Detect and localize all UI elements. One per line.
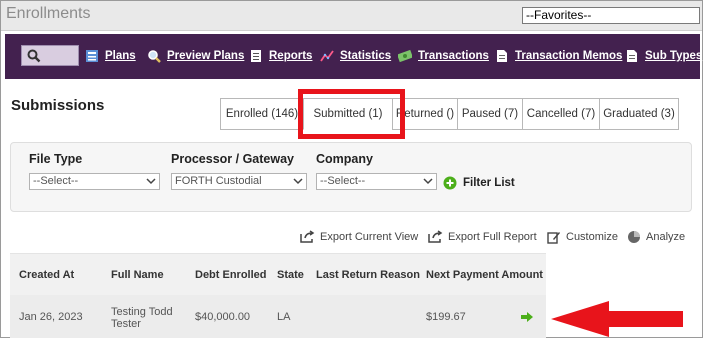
analyze-label: Analyze (646, 231, 686, 243)
tab-graduated[interactable]: Graduated (3) (599, 98, 679, 130)
line-chart-icon (320, 50, 334, 62)
file-type-select[interactable]: --Select-- (29, 173, 160, 190)
processor-label: Processor / Gateway (171, 152, 294, 166)
nav-transactions-label: Transactions (418, 50, 489, 62)
nav-sub-types-link[interactable]: Sub Types (625, 49, 702, 63)
table-header: Created At Full Name Debt Enrolled State… (10, 253, 546, 295)
column-header-last-return-reason[interactable]: Last Return Reason (316, 269, 420, 281)
cell-full-name-line1: Testing Todd (111, 306, 173, 318)
tab-enrolled[interactable]: Enrolled (146) (220, 98, 304, 130)
company-label: Company (316, 152, 373, 166)
chevron-down-icon (423, 178, 433, 185)
column-header-full-name[interactable]: Full Name (111, 269, 164, 281)
nav-transaction-memos-label: Transaction Memos (515, 50, 623, 62)
document-icon (627, 50, 637, 62)
company-select[interactable]: --Select-- (316, 173, 437, 190)
search-icon (27, 49, 41, 63)
export-icon (428, 230, 443, 243)
cell-debt-enrolled: $40,000.00 (195, 311, 251, 323)
favorites-select[interactable]: --Favorites-- (522, 7, 700, 24)
column-header-state[interactable]: State (277, 269, 304, 281)
pie-chart-icon (628, 231, 640, 243)
plus-circle-icon (443, 176, 457, 190)
nav-preview-plans-link[interactable]: Preview Plans (147, 49, 244, 63)
cell-created-at: Jan 26, 2023 (19, 311, 83, 323)
filter-list-label: Filter List (463, 177, 515, 189)
export-icon (300, 230, 315, 243)
column-header-created-at[interactable]: Created At (19, 269, 74, 281)
cell-state: LA (277, 311, 291, 323)
chevron-down-icon (293, 178, 303, 185)
magnifier-icon (148, 50, 161, 63)
tab-cancelled[interactable]: Cancelled (7) (522, 98, 600, 130)
nav-search-input[interactable] (21, 45, 79, 66)
customize-label: Customize (566, 231, 618, 243)
page-title: Enrollments (6, 5, 91, 22)
edit-icon (547, 232, 560, 244)
export-current-view-link[interactable]: Export Current View (300, 230, 418, 243)
column-header-debt-enrolled[interactable]: Debt Enrolled (195, 269, 267, 281)
company-value: --Select-- (320, 175, 366, 187)
nav-plans-label: Plans (105, 50, 136, 62)
report-icon (251, 50, 261, 62)
document-icon (497, 50, 507, 62)
analyze-link[interactable]: Analyze (627, 230, 685, 244)
nav-reports-link[interactable]: Reports (249, 49, 312, 63)
book-icon (86, 50, 98, 62)
section-title: Submissions (11, 97, 105, 114)
red-arrow-annotation (551, 301, 683, 337)
highlight-annotation-box (298, 89, 405, 139)
nav-plans-link[interactable]: Plans (85, 49, 136, 63)
export-full-report-link[interactable]: Export Full Report (428, 230, 537, 243)
cell-next-payment: $199.67 (426, 311, 466, 323)
column-header-next-payment-amount[interactable]: Next Payment Amount (426, 269, 543, 281)
go-arrow-icon[interactable] (521, 312, 533, 322)
title-bar: Enrollments --Favorites-- (1, 1, 702, 31)
filter-panel: File Type --Select-- Processor / Gateway… (10, 142, 692, 212)
nav-statistics-label: Statistics (340, 50, 392, 62)
file-type-value: --Select-- (33, 175, 79, 187)
nav-preview-plans-label: Preview Plans (167, 50, 245, 62)
export-current-label: Export Current View (320, 230, 419, 243)
nav-transactions-link[interactable]: Transactions (398, 49, 489, 63)
nav-sub-types-label: Sub Types (645, 50, 703, 62)
nav-transaction-memos-link[interactable]: Transaction Memos (495, 49, 622, 63)
status-tabs: Enrolled (146) Submitted (1) Returned ()… (220, 98, 679, 130)
nav-statistics-link[interactable]: Statistics (320, 49, 391, 63)
processor-select[interactable]: FORTH Custodial (171, 173, 307, 190)
cell-full-name-line2: Tester (111, 318, 141, 330)
tab-paused[interactable]: Paused (7) (457, 98, 523, 130)
export-full-label: Export Full Report (448, 230, 537, 243)
nav-reports-label: Reports (269, 50, 313, 62)
table-row[interactable]: Jan 26, 2023 Testing Todd Tester $40,000… (10, 295, 546, 338)
money-icon (398, 49, 412, 63)
filter-list-button[interactable]: Filter List (443, 176, 515, 190)
file-type-label: File Type (29, 152, 83, 166)
main-nav: Plans Preview Plans Reports Statistics T… (5, 34, 702, 79)
customize-link[interactable]: Customize (547, 230, 618, 244)
chevron-down-icon (146, 178, 156, 185)
processor-value: FORTH Custodial (175, 175, 262, 187)
